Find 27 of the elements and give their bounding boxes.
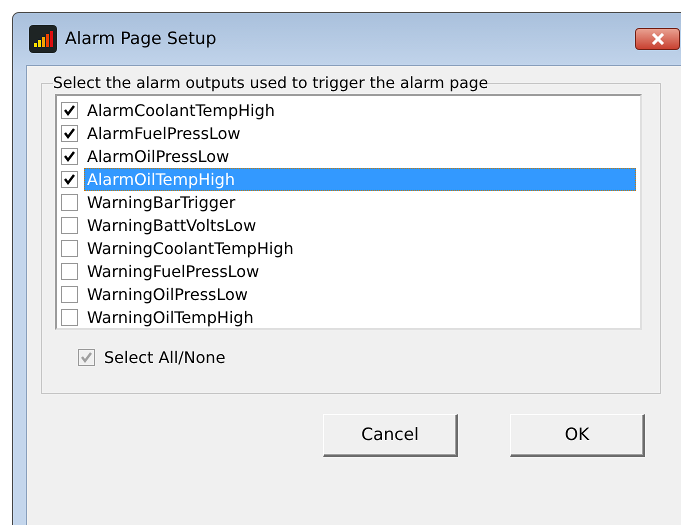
- checkbox[interactable]: [61, 240, 78, 257]
- list-item[interactable]: WarningCoolantTempHigh: [84, 237, 636, 260]
- list-item[interactable]: AlarmCoolantTempHigh: [84, 99, 636, 122]
- checkbox[interactable]: [61, 194, 78, 211]
- bar-meter-icon: [29, 25, 57, 53]
- group-label: Select the alarm outputs used to trigger the alarm page: [53, 74, 488, 92]
- close-icon: [650, 33, 664, 45]
- ok-button[interactable]: OK: [510, 414, 645, 457]
- checkbox[interactable]: [61, 217, 78, 234]
- cancel-button[interactable]: Cancel: [323, 414, 458, 457]
- list-item[interactable]: WarningOilPressLow: [84, 283, 636, 306]
- close-button[interactable]: [635, 28, 680, 50]
- checkbox[interactable]: [61, 102, 78, 119]
- list-item[interactable]: WarningBarTrigger: [84, 191, 636, 214]
- checkbox[interactable]: [61, 148, 78, 165]
- checkbox[interactable]: [61, 309, 78, 326]
- window-title: Alarm Page Setup: [65, 29, 216, 49]
- checkbox-label: Select All/None: [104, 348, 226, 367]
- checkbox[interactable]: [61, 125, 78, 142]
- checkbox[interactable]: [61, 263, 78, 280]
- list-item[interactable]: WarningFuelPressLow: [84, 260, 636, 283]
- checkbox[interactable]: [61, 286, 78, 303]
- list-item[interactable]: AlarmOilPressLow: [84, 145, 636, 168]
- list-item[interactable]: WarningBattVoltsLow: [84, 214, 636, 237]
- checkbox[interactable]: [61, 171, 78, 188]
- list-item[interactable]: WarningOilTempHigh: [84, 306, 636, 329]
- list-item[interactable]: AlarmFuelPressLow: [84, 122, 636, 145]
